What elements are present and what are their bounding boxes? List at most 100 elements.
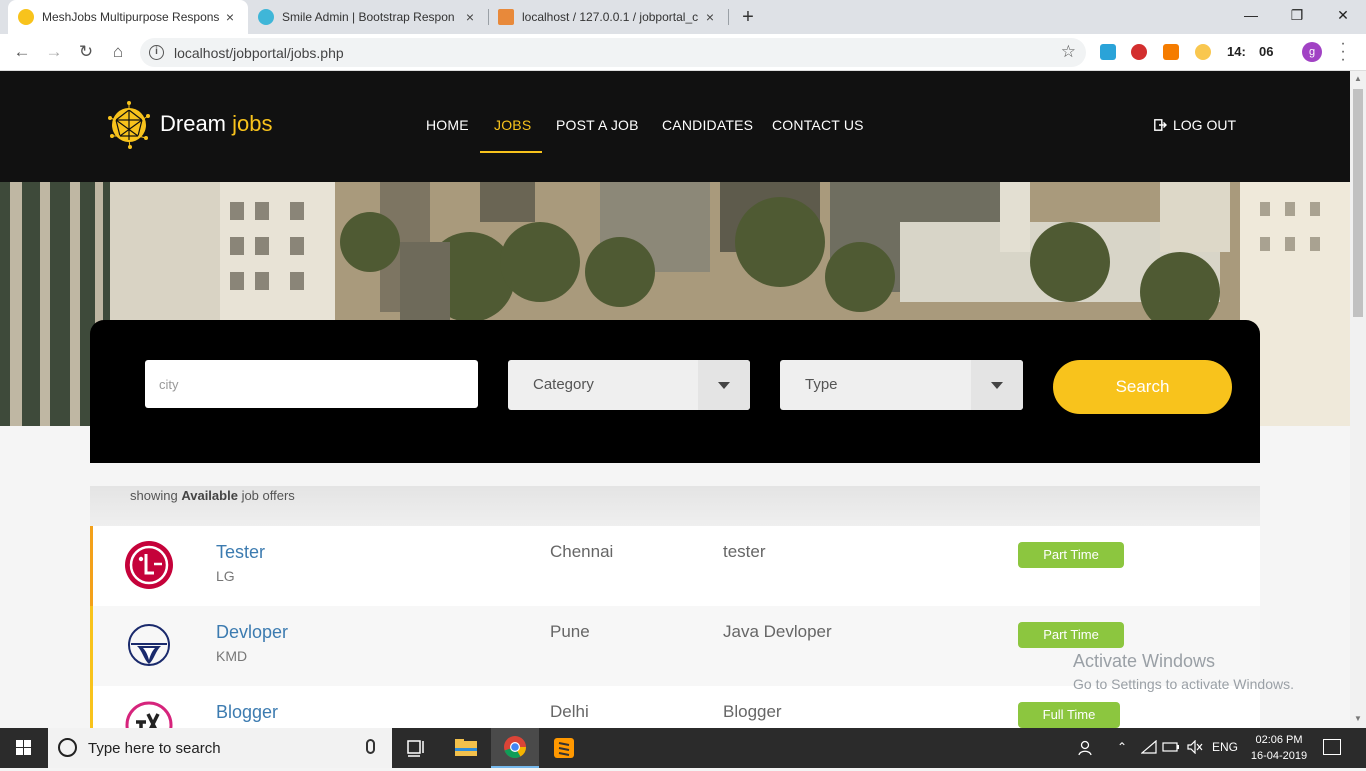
nav-post-a-job[interactable]: POST A JOB	[556, 117, 639, 133]
windows-taskbar: Type here to search ⌃ ENG 02:06 PM 16-04…	[0, 728, 1366, 768]
logo-icon[interactable]	[104, 100, 154, 150]
volume-muted-icon[interactable]	[1187, 740, 1203, 754]
close-tab-icon[interactable]: ×	[702, 9, 718, 25]
adblock-icon[interactable]	[1131, 44, 1147, 60]
forward-button[interactable]: →	[42, 40, 66, 64]
row-accent-bar	[90, 686, 93, 728]
home-button[interactable]: ⌂	[106, 40, 130, 64]
clock-date: 16-04-2019	[1250, 750, 1308, 762]
minimize-button[interactable]: —	[1228, 0, 1274, 30]
chevron-down-icon[interactable]	[971, 360, 1023, 410]
scroll-up-icon[interactable]: ▲	[1353, 74, 1363, 84]
profile-avatar[interactable]: g	[1302, 42, 1322, 62]
tab-title: localhost / 127.0.0.1 / jobportal_c	[522, 10, 699, 24]
extension-icon[interactable]	[1163, 44, 1179, 60]
chevron-down-icon[interactable]	[698, 360, 750, 410]
clock-extension-hours[interactable]: 14:	[1227, 44, 1246, 59]
microphone-icon[interactable]	[366, 739, 375, 754]
sun-icon	[18, 9, 34, 25]
scrollbar-thumb[interactable]	[1353, 89, 1363, 317]
tab-meshjobs[interactable]: MeshJobs Multipurpose Respons ×	[8, 0, 248, 34]
showing-suffix: job offers	[241, 488, 295, 503]
type-select[interactable]: Type	[780, 360, 1023, 410]
search-button[interactable]: Search	[1053, 360, 1232, 414]
browser-tabbar: MeshJobs Multipurpose Respons × Smile Ad…	[0, 0, 1366, 34]
job-title-link[interactable]: Tester	[216, 542, 265, 563]
showing-bold: Available	[181, 488, 238, 503]
task-view-icon[interactable]	[392, 728, 440, 768]
job-type-badge[interactable]: Full Time	[1018, 702, 1120, 728]
smile-icon	[258, 9, 274, 25]
showing-text: showing Available job offers	[130, 488, 295, 503]
taskbar-search-placeholder[interactable]: Type here to search	[88, 740, 221, 757]
tab-phpmyadmin[interactable]: localhost / 127.0.0.1 / jobportal_c ×	[488, 0, 728, 34]
job-company: KMD	[216, 648, 248, 664]
close-tab-icon[interactable]: ×	[222, 9, 238, 25]
job-row[interactable]: Tester LG Chennai tester Part Time	[90, 526, 1260, 606]
close-tab-icon[interactable]: ×	[462, 9, 478, 25]
job-search-panel: Category Type Search	[90, 320, 1260, 463]
logo-word-dream: Dream	[160, 111, 227, 136]
close-window-button[interactable]: ✕	[1320, 0, 1366, 30]
windows-start-icon[interactable]	[0, 728, 48, 768]
lg-logo-icon	[125, 541, 173, 589]
active-nav-underline	[480, 151, 542, 153]
sublime-text-icon[interactable]	[540, 728, 588, 768]
blogger-company-logo-icon	[125, 701, 173, 728]
address-bar[interactable]: i localhost/jobportal/jobs.php ☆	[140, 38, 1086, 67]
job-role: Blogger	[723, 702, 782, 721]
back-button[interactable]: ←	[10, 40, 34, 64]
row-accent-bar	[90, 526, 93, 606]
maximize-button[interactable]: ❐	[1274, 0, 1320, 30]
new-tab-button[interactable]: +	[738, 5, 758, 29]
language-indicator[interactable]: ENG	[1212, 740, 1238, 754]
file-explorer-icon[interactable]	[442, 728, 490, 768]
tray-chevron-up-icon[interactable]: ⌃	[1117, 740, 1127, 754]
tab-separator	[728, 9, 729, 25]
nav-home[interactable]: HOME	[426, 117, 469, 133]
page-scrollbar[interactable]: ▲ ▼	[1350, 71, 1366, 728]
site-logo-text[interactable]: Dream jobs	[160, 111, 273, 137]
job-title-link[interactable]: Devloper	[216, 622, 288, 643]
job-type-badge[interactable]: Part Time	[1018, 622, 1124, 648]
watermark-line1: Activate Windows	[1073, 651, 1216, 671]
category-select-label: Category	[533, 376, 594, 393]
reload-button[interactable]: ↻	[74, 40, 98, 64]
bookmark-star-icon[interactable]: ☆	[1061, 42, 1076, 62]
nav-contact-us[interactable]: CONTACT US	[772, 117, 864, 133]
job-row[interactable]: Blogger Delhi Blogger Full Time	[90, 686, 1260, 728]
job-location: Pune	[550, 622, 590, 641]
nav-candidates[interactable]: CANDIDATES	[662, 117, 753, 133]
scroll-down-icon[interactable]: ▼	[1353, 714, 1363, 724]
info-icon[interactable]: i	[149, 45, 164, 60]
phpmyadmin-icon	[498, 9, 514, 25]
extension-icon[interactable]	[1195, 44, 1211, 60]
taskbar-clock[interactable]: 02:06 PM 16-04-2019	[1250, 732, 1308, 764]
tab-title: Smile Admin | Bootstrap Respon	[282, 10, 455, 24]
tab-smile-admin[interactable]: Smile Admin | Bootstrap Respon ×	[248, 0, 488, 34]
city-input[interactable]	[145, 360, 478, 408]
browser-menu-icon[interactable]: · · ·	[1338, 36, 1348, 68]
chrome-taskbar-button[interactable]	[491, 728, 539, 768]
job-title-link[interactable]: Blogger	[216, 702, 278, 723]
taskbar-search-box[interactable]: Type here to search	[48, 728, 392, 768]
battery-icon[interactable]	[1162, 740, 1180, 754]
action-center-icon[interactable]	[1323, 739, 1341, 755]
network-icon[interactable]	[1141, 740, 1157, 754]
job-role: tester	[723, 542, 766, 561]
page-viewport: Dream jobs HOME JOBS POST A JOB CANDIDAT…	[0, 71, 1350, 728]
tab-title: MeshJobs Multipurpose Respons	[42, 10, 220, 24]
logout-link[interactable]: LOG OUT	[1154, 117, 1236, 133]
category-select[interactable]: Category	[508, 360, 750, 410]
type-select-label: Type	[805, 376, 838, 393]
job-location: Delhi	[550, 702, 589, 721]
job-type-badge[interactable]: Part Time	[1018, 542, 1124, 568]
extension-icon[interactable]	[1100, 44, 1116, 60]
kmd-logo-icon	[128, 624, 170, 666]
url-text[interactable]: localhost/jobportal/jobs.php	[174, 45, 344, 61]
nav-jobs[interactable]: JOBS	[494, 117, 531, 133]
watermark-line2: Go to Settings to activate Windows.	[1073, 676, 1294, 692]
windows-activation-watermark: Activate Windows Go to Settings to activ…	[1073, 651, 1294, 692]
clock-extension-minutes[interactable]: 06	[1259, 44, 1273, 59]
people-icon[interactable]	[1078, 739, 1096, 757]
